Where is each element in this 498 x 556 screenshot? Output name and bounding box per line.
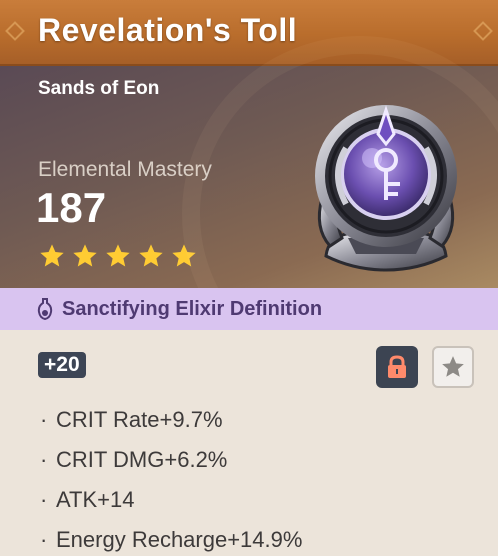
- substat-text: CRIT Rate+9.7%: [56, 407, 223, 432]
- rarity-star-icon: [139, 244, 163, 267]
- set-name: Sanctifying Elixir Definition: [62, 297, 323, 320]
- elixir-flask-icon: [37, 298, 53, 320]
- rarity-star-icon: [73, 244, 97, 267]
- lock-button[interactable]: [376, 346, 418, 388]
- rarity-stars: [38, 242, 198, 270]
- rarity-star-icon: [40, 244, 64, 267]
- substat-item: · CRIT Rate+9.7%: [40, 407, 223, 432]
- substat-item: · CRIT DMG+6.2%: [40, 447, 228, 472]
- artifact-slot: Sands of Eon: [38, 78, 160, 99]
- set-bar: Sanctifying Elixir Definition: [0, 288, 498, 330]
- artifact-image: [315, 105, 457, 272]
- artifact-name: Revelation's Toll: [38, 12, 298, 48]
- rarity-star-icon: [106, 244, 130, 267]
- favorite-button[interactable]: [432, 346, 474, 388]
- substat-text: Energy Recharge+14.9%: [56, 527, 303, 552]
- artifact-hero: Sands of Eon Elemental Mastery 187: [0, 36, 498, 392]
- lock-icon: [388, 355, 406, 378]
- level-badge: +20: [38, 352, 86, 378]
- main-stat-name: Elemental Mastery: [38, 158, 212, 181]
- ornament-right-icon: [473, 21, 493, 41]
- rarity-star-icon: [172, 244, 196, 267]
- artifact-details: +20 · CRIT Rate+9.7% · CRIT DMG+6.2% · ATK+…: [0, 330, 498, 556]
- main-stat-value: 187: [36, 184, 107, 231]
- substat-item: · Energy Recharge+14.9%: [40, 527, 303, 552]
- substat-text: ATK+14: [56, 487, 135, 512]
- substats-list: · CRIT Rate+9.7% · CRIT DMG+6.2% · ATK+14 ·…: [40, 400, 302, 556]
- ornament-left-icon: [5, 21, 25, 41]
- star-icon: [442, 356, 464, 377]
- substat-text: CRIT DMG+6.2%: [56, 447, 228, 472]
- artifact-detail-card: Revelation's Toll Sands of Eon Elemental…: [0, 0, 498, 556]
- substat-item: · ATK+14: [40, 487, 135, 512]
